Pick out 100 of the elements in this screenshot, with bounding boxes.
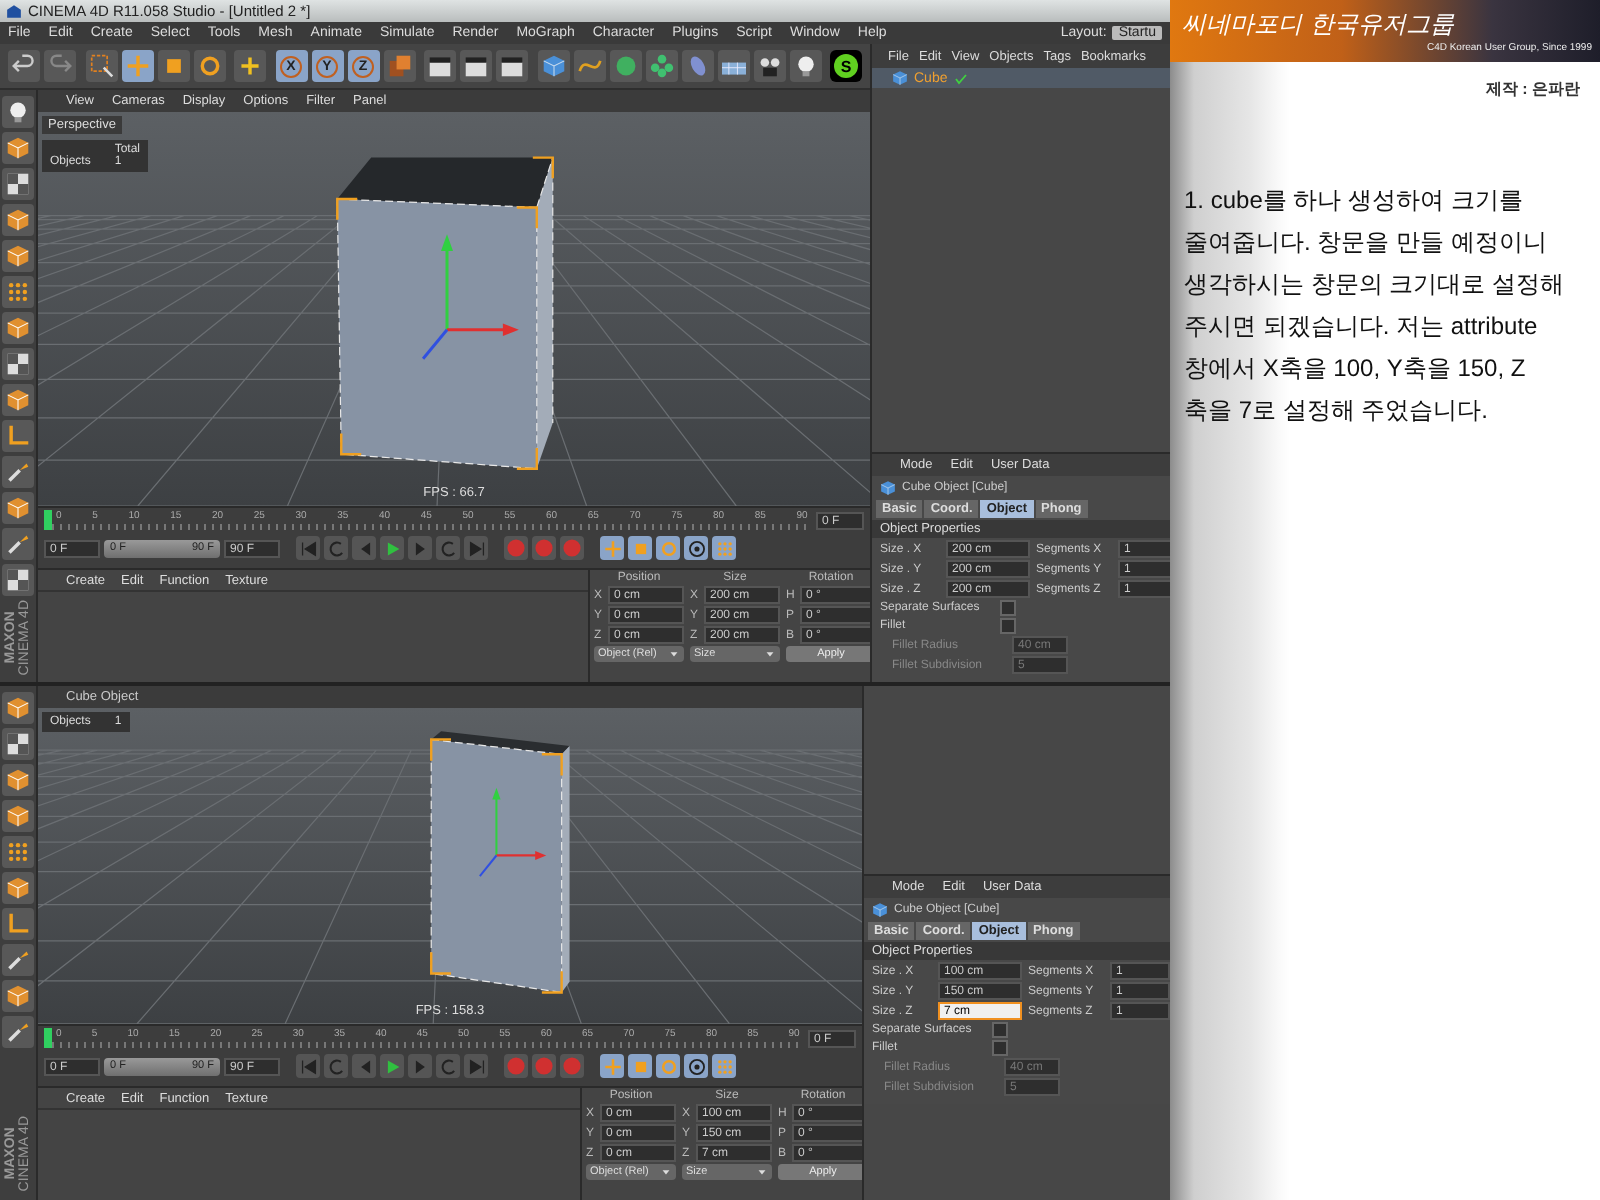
tool-button[interactable] [2,492,34,524]
tool-button[interactable] [2,872,34,904]
key-button[interactable] [684,536,708,560]
tool-button[interactable] [2,96,34,128]
playhead-marker[interactable] [44,1028,52,1048]
skip-end-icon [467,1057,485,1075]
cube-icon [6,496,30,520]
angle-icon [6,912,30,936]
tool-button[interactable] [717,50,749,82]
tool-button[interactable] [2,456,34,488]
cube-icon [6,244,30,268]
cube-icon [880,480,896,496]
cube-icon [872,902,888,918]
playback-button[interactable] [380,1054,404,1078]
tool-button[interactable] [2,728,34,760]
playback-button[interactable] [408,536,432,560]
key-button[interactable] [684,1054,708,1078]
playback-button[interactable] [408,1054,432,1078]
skip-start-icon [299,1057,317,1075]
loop-icon [439,539,457,557]
checkbox[interactable] [1000,600,1016,616]
scale-icon [631,539,649,557]
tool-button[interactable] [2,944,34,976]
tool-button[interactable] [2,692,34,724]
author-credit: 제작 : 은파란 [1485,78,1580,100]
move-icon [603,539,621,557]
cube-icon [541,54,565,78]
tool-button[interactable] [2,1016,34,1048]
playback-button[interactable] [352,1054,376,1078]
tool-button[interactable] [789,50,821,82]
checkbox[interactable] [1000,618,1016,634]
tool-button[interactable] [460,50,492,82]
dot-grid-icon [715,539,733,557]
dot-grid-icon [6,840,30,864]
cube-icon [6,768,30,792]
caret-icon [756,1166,768,1178]
clapperboard-icon [464,54,488,78]
playback-button[interactable] [464,1054,488,1078]
tool-button[interactable] [2,980,34,1012]
tool-button[interactable] [85,50,117,82]
playback-button[interactable] [436,1054,460,1078]
rotate-icon [197,54,221,78]
checkbox[interactable] [992,1022,1008,1038]
plus-icon [238,54,262,78]
skip-start-icon [299,539,317,557]
cube-icon [6,804,30,828]
axis-gizmo-icon [479,787,547,877]
rotate-icon [659,1057,677,1075]
checker-icon [6,352,30,376]
tool-button[interactable] [2,240,34,272]
checker-icon [6,172,30,196]
cube-icon [6,208,30,232]
playback-button[interactable] [352,536,376,560]
tool-button[interactable] [496,50,528,82]
tool-button[interactable] [2,764,34,796]
tool-button[interactable] [2,348,34,380]
playback-button[interactable] [324,536,348,560]
playback-button[interactable] [380,536,404,560]
logo-text: 씨네마포디 한국유저그룹 [1182,8,1457,42]
cube-icon [6,696,30,720]
move-icon [603,1057,621,1075]
sphere-icon [613,54,637,78]
brush-icon [6,1020,30,1044]
tool-button[interactable] [2,528,34,560]
scale-icon [161,54,185,78]
tool-button[interactable] [2,204,34,236]
cube-icon [6,984,30,1008]
light-bulb-icon [793,54,817,78]
play-icon [383,539,401,557]
tool-button[interactable] [2,132,34,164]
tool-button[interactable] [537,50,569,82]
rotate-icon [659,539,677,557]
axis-gizmo-icon [421,234,519,360]
dot-grid-icon [6,280,30,304]
cube-icon [6,876,30,900]
tool-button[interactable] [2,384,34,416]
cube-icon [892,70,908,86]
camera-icon [757,54,781,78]
playback-button[interactable] [464,536,488,560]
tool-button[interactable] [424,50,456,82]
tool-button[interactable] [753,50,785,82]
tool-button[interactable] [2,564,34,596]
script-button[interactable]: S [830,50,862,82]
playback-button[interactable] [296,1054,320,1078]
tool-button[interactable] [2,800,34,832]
loop-icon [327,1057,345,1075]
tool-button[interactable] [2,312,34,344]
step-forward-icon [411,1057,429,1075]
loop-icon [439,1057,457,1075]
scale-icon [631,1057,649,1075]
playback-button[interactable] [436,536,460,560]
caret-icon [764,648,776,660]
cube-icon [6,316,30,340]
brush-icon [6,532,30,556]
tool-button[interactable] [2,168,34,200]
playback-button[interactable] [324,1054,348,1078]
playback-button[interactable] [296,536,320,560]
capsule-icon [685,54,709,78]
playhead-marker[interactable] [44,510,52,530]
checkbox[interactable] [992,1040,1008,1056]
